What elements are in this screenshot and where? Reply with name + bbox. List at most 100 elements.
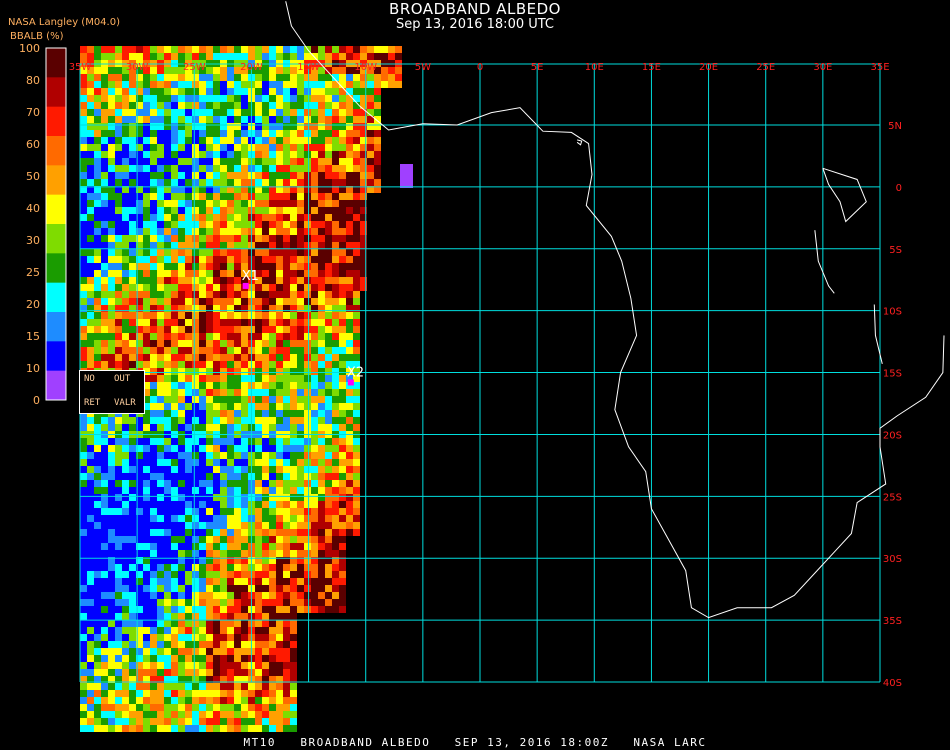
albedo-pixel [283, 67, 290, 74]
albedo-pixel [164, 137, 171, 144]
albedo-pixel [199, 151, 206, 158]
albedo-pixel [318, 137, 325, 144]
albedo-pixel [276, 578, 283, 585]
albedo-pixel [227, 326, 234, 333]
albedo-pixel [332, 445, 339, 452]
albedo-pixel [332, 88, 339, 95]
albedo-pixel [199, 46, 206, 53]
albedo-pixel [241, 501, 248, 508]
albedo-pixel [206, 340, 213, 347]
albedo-pixel [353, 515, 360, 522]
albedo-pixel [318, 347, 325, 354]
albedo-pixel [157, 172, 164, 179]
albedo-pixel [213, 473, 220, 480]
albedo-pixel [108, 81, 115, 88]
albedo-pixel [122, 459, 129, 466]
albedo-pixel [213, 333, 220, 340]
albedo-pixel [108, 508, 115, 515]
albedo-pixel [101, 501, 108, 508]
albedo-pixel [150, 543, 157, 550]
albedo-pixel [94, 67, 101, 74]
albedo-pixel [143, 200, 150, 207]
albedo-pixel [171, 571, 178, 578]
albedo-pixel [157, 396, 164, 403]
albedo-pixel [143, 424, 150, 431]
albedo-pixel [318, 221, 325, 228]
albedo-pixel [108, 207, 115, 214]
albedo-pixel [276, 494, 283, 501]
albedo-pixel [164, 725, 171, 732]
albedo-pixel [199, 704, 206, 711]
albedo-pixel [255, 718, 262, 725]
albedo-pixel [192, 655, 199, 662]
albedo-pixel [143, 571, 150, 578]
albedo-pixel [220, 459, 227, 466]
albedo-pixel [290, 256, 297, 263]
albedo-pixel [241, 529, 248, 536]
albedo-pixel [311, 235, 318, 242]
albedo-pixel [346, 445, 353, 452]
albedo-pixel [171, 263, 178, 270]
albedo-pixel [318, 74, 325, 81]
albedo-pixel [192, 375, 199, 382]
albedo-pixel [157, 312, 164, 319]
albedo-pixel [311, 88, 318, 95]
albedo-pixel [290, 116, 297, 123]
albedo-pixel [276, 74, 283, 81]
albedo-pixel [311, 193, 318, 200]
albedo-pixel [213, 578, 220, 585]
albedo-pixel [101, 291, 108, 298]
albedo-pixel [164, 214, 171, 221]
albedo-pixel [129, 242, 136, 249]
albedo-pixel [206, 326, 213, 333]
albedo-pixel [339, 277, 346, 284]
albedo-pixel [276, 221, 283, 228]
albedo-pixel [283, 74, 290, 81]
albedo-pixel [339, 179, 346, 186]
albedo-pixel [318, 284, 325, 291]
albedo-pixel [143, 256, 150, 263]
colorbar-tick-label: 70 [26, 106, 40, 119]
albedo-pixel [115, 123, 122, 130]
albedo-pixel [206, 200, 213, 207]
albedo-pixel [304, 130, 311, 137]
albedo-pixel [325, 165, 332, 172]
albedo-pixel [94, 144, 101, 151]
albedo-pixel [269, 284, 276, 291]
albedo-pixel [325, 347, 332, 354]
albedo-pixel [234, 578, 241, 585]
albedo-pixel [150, 480, 157, 487]
albedo-pixel [115, 494, 122, 501]
albedo-pixel [122, 137, 129, 144]
albedo-pixel [136, 718, 143, 725]
albedo-pixel [311, 564, 318, 571]
albedo-pixel [304, 249, 311, 256]
albedo-pixel [129, 473, 136, 480]
albedo-pixel [297, 116, 304, 123]
albedo-pixel [220, 347, 227, 354]
albedo-pixel [220, 74, 227, 81]
colorbar-segment [46, 106, 66, 137]
albedo-pixel [262, 466, 269, 473]
albedo-pixel [80, 361, 87, 368]
albedo-pixel [353, 403, 360, 410]
albedo-pixel [157, 452, 164, 459]
albedo-pixel [227, 641, 234, 648]
albedo-pixel [220, 368, 227, 375]
albedo-pixel [241, 319, 248, 326]
albedo-pixel [325, 46, 332, 53]
albedo-pixel [262, 256, 269, 263]
albedo-pixel [80, 711, 87, 718]
albedo-pixel [87, 298, 94, 305]
albedo-pixel [283, 347, 290, 354]
albedo-pixel [94, 662, 101, 669]
albedo-pixel [192, 102, 199, 109]
albedo-pixel [164, 249, 171, 256]
albedo-pixel [311, 172, 318, 179]
albedo-pixel [199, 389, 206, 396]
albedo-pixel [234, 627, 241, 634]
albedo-pixel [199, 200, 206, 207]
albedo-pixel [80, 116, 87, 123]
albedo-pixel [192, 109, 199, 116]
albedo-pixel [101, 536, 108, 543]
